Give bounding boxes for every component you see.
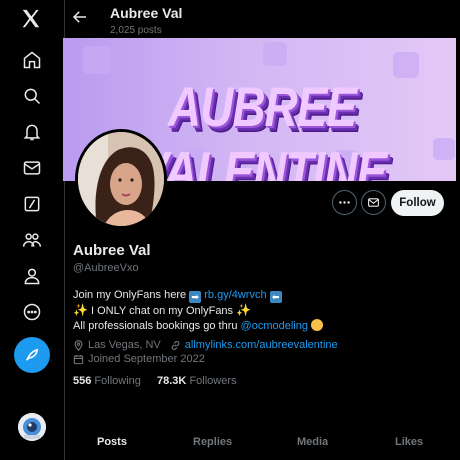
profile-joined-row: Joined September 2022 bbox=[73, 353, 205, 365]
x-logo-icon[interactable] bbox=[20, 8, 44, 32]
following-label: Following bbox=[94, 375, 141, 387]
bio-line-1-text: Join my OnlyFans here bbox=[73, 289, 187, 301]
tab-likes[interactable]: Likes bbox=[395, 436, 423, 448]
bio-mention[interactable]: @ocmodeling bbox=[241, 320, 308, 332]
location-pin-icon bbox=[74, 339, 83, 351]
profile-website[interactable]: allmylinks.com/aubreevalentine bbox=[185, 339, 338, 351]
left-nav bbox=[0, 0, 64, 460]
mail-icon bbox=[368, 198, 379, 207]
follow-button[interactable]: Follow bbox=[391, 190, 444, 216]
bio-line-2: ✨ I ONLY chat on my OnlyFans ✨ bbox=[73, 303, 323, 319]
right-arrow-emoji-icon: ➡ bbox=[189, 291, 202, 303]
bio-link[interactable]: rb.gy/4wrvch bbox=[204, 289, 266, 301]
communities-icon[interactable] bbox=[14, 222, 50, 258]
account-avatar[interactable] bbox=[18, 413, 46, 441]
followers-count: 78.3K bbox=[157, 375, 187, 387]
post-button[interactable] bbox=[14, 337, 50, 373]
search-icon[interactable] bbox=[14, 78, 50, 114]
bio-line-3-text: All professionals bookings go thru bbox=[73, 319, 238, 332]
link-icon bbox=[171, 340, 180, 350]
profile-icon[interactable] bbox=[14, 258, 50, 294]
followers-link[interactable]: 78.3K Followers bbox=[157, 375, 237, 387]
bio-line-2-text: I ONLY chat on my OnlyFans bbox=[91, 305, 234, 317]
profile-location: Las Vegas, NV bbox=[88, 339, 161, 351]
profile-header: Aubree Val 2,025 posts bbox=[65, 0, 460, 38]
following-link[interactable]: 556 Following bbox=[73, 375, 141, 387]
ellipsis-icon bbox=[339, 201, 350, 204]
bio-line-1: Join my OnlyFans here ➡ rb.gy/4wrvch ⬅ bbox=[73, 288, 323, 303]
tab-posts[interactable]: Posts bbox=[97, 436, 127, 448]
profile-follow-stats: 556 Following 78.3K Followers bbox=[73, 375, 237, 387]
profile-main: Aubree Val 2,025 posts AUBREE VALENTINE bbox=[63, 0, 460, 460]
header-name: Aubree Val bbox=[110, 5, 183, 21]
home-icon[interactable] bbox=[14, 42, 50, 78]
feather-icon bbox=[26, 348, 39, 361]
tab-media[interactable]: Media bbox=[297, 436, 328, 448]
profile-bio: Join my OnlyFans here ➡ rb.gy/4wrvch ⬅ ✨… bbox=[73, 288, 324, 334]
more-options-button[interactable] bbox=[332, 190, 357, 215]
sparkles-emoji-icon: ✨ bbox=[73, 303, 88, 317]
message-button[interactable] bbox=[361, 190, 386, 215]
profile-joined: Joined September 2022 bbox=[88, 353, 205, 365]
mail-icon[interactable] bbox=[14, 150, 50, 186]
profile-avatar[interactable] bbox=[75, 129, 167, 229]
profile-display-name: Aubree Val bbox=[73, 242, 151, 259]
bell-icon[interactable] bbox=[14, 114, 50, 150]
profile-handle: @AubreeVxo bbox=[73, 262, 139, 274]
grok-icon[interactable] bbox=[14, 186, 50, 222]
tab-replies[interactable]: Replies bbox=[193, 436, 232, 448]
header-posts-count: 2,025 posts bbox=[110, 25, 162, 36]
back-arrow-icon[interactable] bbox=[71, 8, 89, 26]
left-arrow-emoji-icon: ⬅ bbox=[269, 291, 282, 303]
bio-line-3: All professionals bookings go thru @ocmo… bbox=[73, 318, 324, 334]
followers-label: Followers bbox=[189, 375, 237, 387]
following-count: 556 bbox=[73, 375, 92, 387]
smiling-face-hearts-emoji-icon bbox=[311, 318, 324, 331]
calendar-icon bbox=[73, 354, 84, 364]
profile-meta-row: Las Vegas, NV allmylinks.com/aubreevalen… bbox=[73, 339, 338, 351]
more-icon[interactable] bbox=[14, 294, 50, 330]
sparkles-emoji-icon: ✨ bbox=[236, 303, 252, 317]
profile-tabs: Posts Replies Media Likes bbox=[65, 422, 460, 460]
